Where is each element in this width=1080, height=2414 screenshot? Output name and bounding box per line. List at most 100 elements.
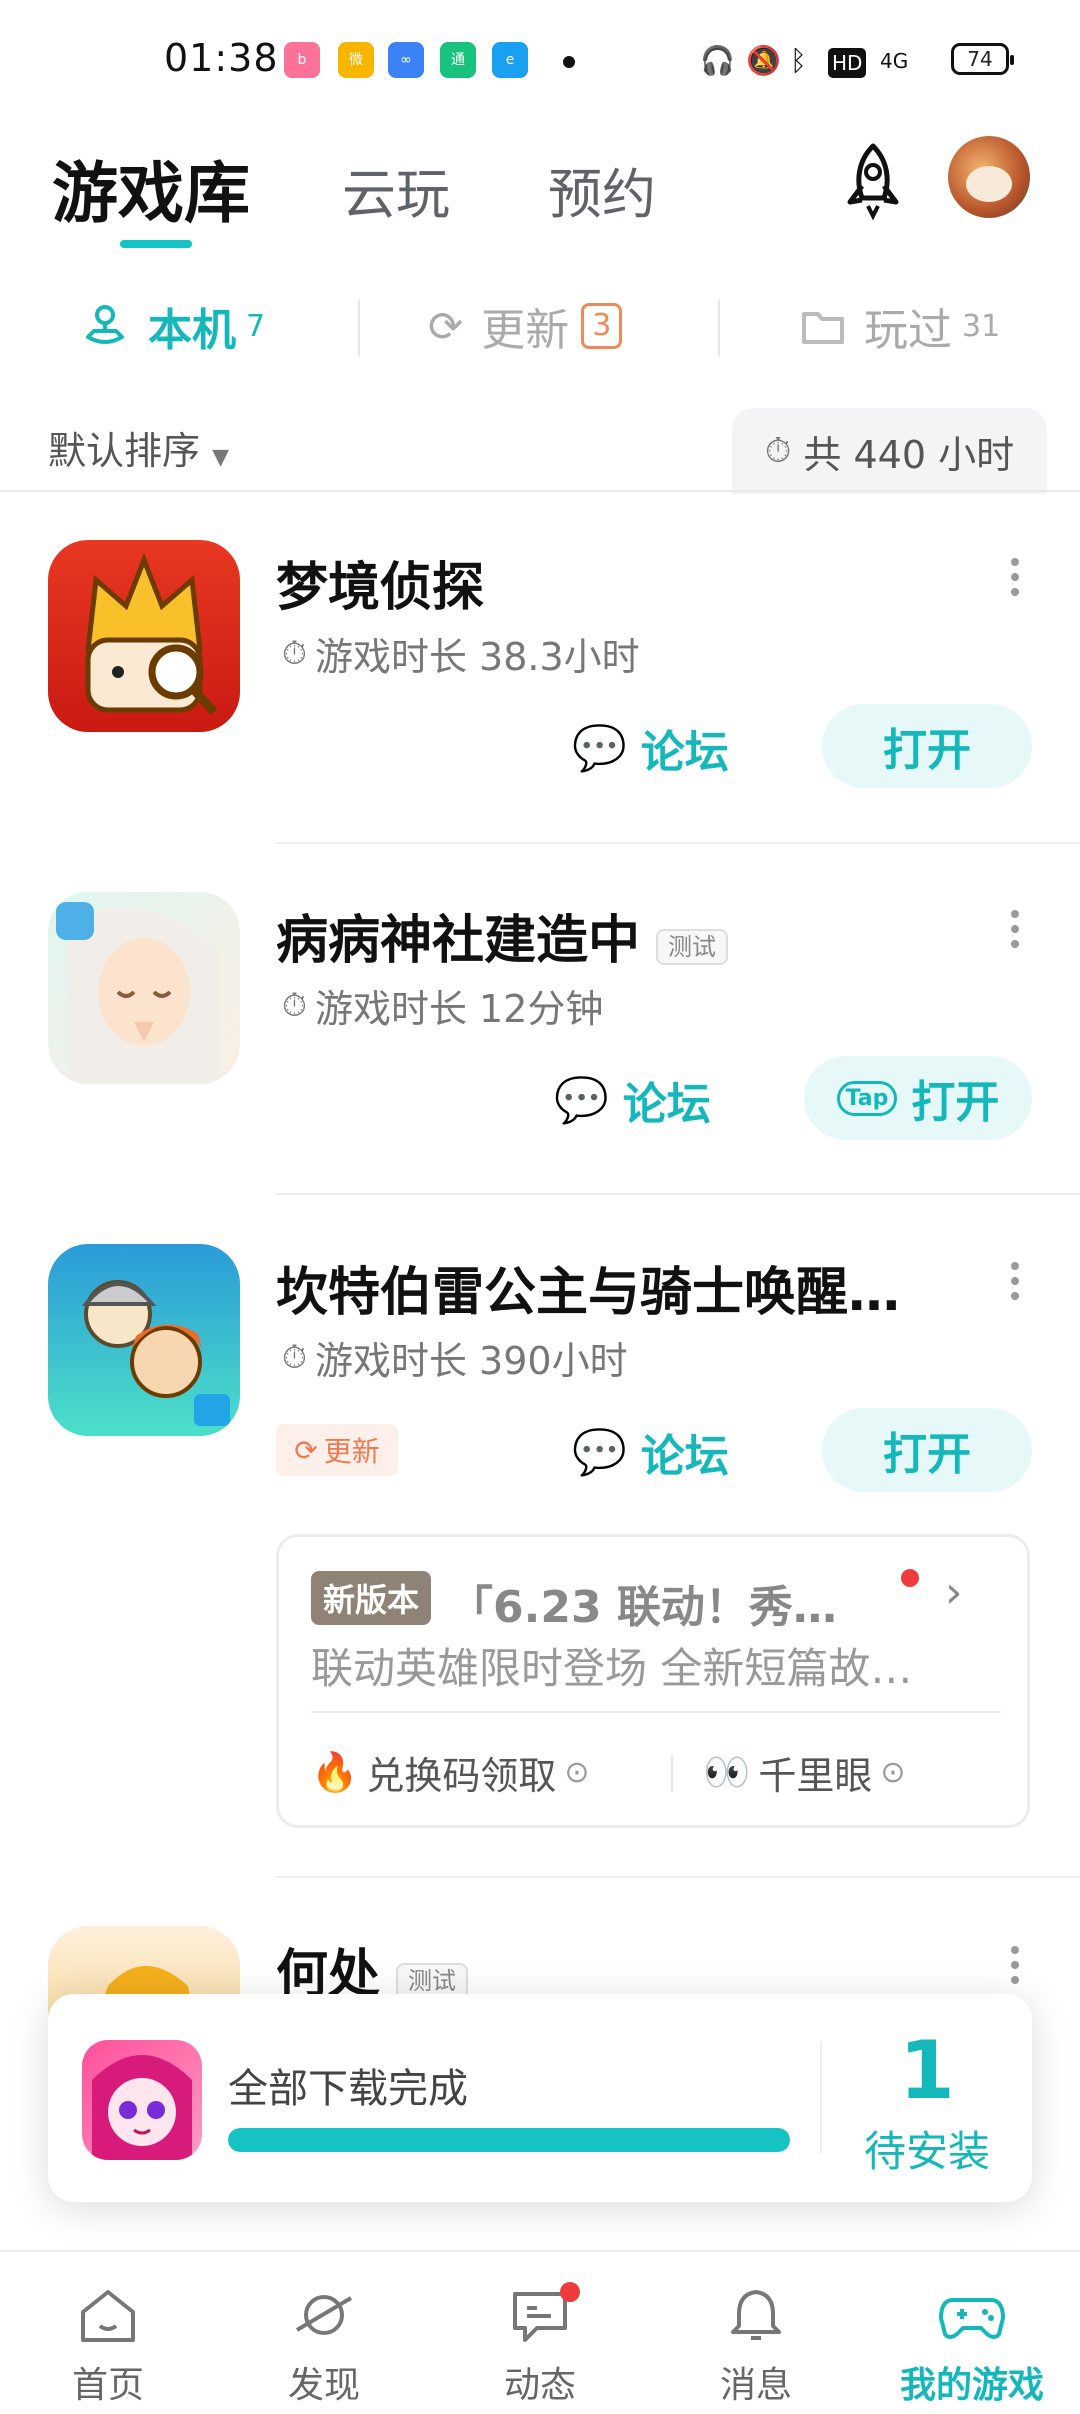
download-progress-fill: [228, 2128, 790, 2152]
clairvoyance-link[interactable]: 👀 千里眼 ⊙: [703, 1745, 905, 1800]
open-game-button[interactable]: 打开: [822, 704, 1032, 788]
rocket-icon[interactable]: [828, 136, 918, 226]
sort-dropdown[interactable]: 默认排序 ▼: [48, 420, 229, 475]
arrow-circle-icon: ⊙: [880, 1755, 906, 1790]
nav-my-games[interactable]: 我的游戏: [864, 2252, 1080, 2414]
joystick-icon: [86, 305, 124, 344]
timer-icon: ⏱: [764, 431, 792, 471]
headset-icon: 🎧: [700, 44, 735, 77]
forum-chat-icon: 💬: [554, 1075, 609, 1126]
filter-divider: [718, 300, 720, 356]
hd-icon: HD: [828, 48, 867, 78]
download-progress-bar: [228, 2128, 790, 2152]
open-game-button[interactable]: 打开: [822, 1408, 1032, 1492]
timer-icon: ⏱: [282, 986, 307, 1024]
section-divider: [0, 490, 1080, 492]
filter-played[interactable]: 玩过 31: [800, 296, 1000, 356]
bell-muted-icon: 🔕: [746, 44, 781, 77]
forum-chat-icon: 💬: [572, 723, 627, 774]
user-avatar[interactable]: [948, 136, 1030, 218]
open-game-button[interactable]: Tap 打开: [804, 1056, 1032, 1140]
planet-icon: [295, 2295, 353, 2335]
pending-install-label[interactable]: 待安装: [822, 2118, 1032, 2179]
game-playtime: ⏱ 游戏时长 12分钟: [282, 986, 604, 1031]
more-notifications-dot: [563, 56, 575, 68]
game-playtime: ⏱ 游戏时长 38.3小时: [282, 634, 640, 679]
eleme-icon: e: [492, 42, 528, 78]
arrow-circle-icon: ⊙: [564, 1755, 590, 1790]
battery-icon: 74: [951, 43, 1014, 75]
download-complete-toast[interactable]: 全部下载完成 1 待安装: [48, 1994, 1032, 2202]
tab-cloud-play[interactable]: 云玩: [342, 150, 450, 229]
filter-updates[interactable]: ⟳ 更新 3: [428, 296, 623, 356]
card-link-divider: [671, 1755, 673, 1791]
forum-button[interactable]: 💬 论坛: [554, 1068, 711, 1132]
nav-messages[interactable]: 消息: [648, 2252, 864, 2414]
filter-played-label: 玩过: [864, 305, 952, 356]
filter-local[interactable]: 本机 7: [80, 296, 265, 356]
bell-icon: [731, 2290, 781, 2340]
sort-label: 默认排序: [48, 429, 201, 473]
row-divider: [276, 1876, 1080, 1878]
news-subtitle: 联动英雄限时登场 全新短篇故…: [311, 1644, 913, 1693]
filter-local-label: 本机: [148, 305, 236, 356]
timer-icon: ⏱: [282, 1338, 307, 1376]
tab-reservations[interactable]: 预约: [548, 150, 656, 229]
signal-4g-icon: 4G: [880, 49, 909, 73]
fire-icon: 🔥: [311, 1750, 359, 1794]
nav-home[interactable]: 首页: [0, 2252, 216, 2414]
new-version-badge: 新版本: [311, 1571, 432, 1625]
game-icon-sick-shrine[interactable]: [48, 892, 240, 1084]
eyes-icon: 👀: [703, 1750, 751, 1794]
more-options-icon[interactable]: [1010, 910, 1020, 950]
filter-updates-label: 更新: [481, 305, 570, 356]
filter-played-count: 31: [962, 308, 1001, 344]
nav-discover[interactable]: 发现: [216, 2252, 432, 2414]
nav-feed[interactable]: 动态: [432, 2252, 648, 2414]
weibo-icon: 微: [338, 42, 374, 78]
total-playtime-label: 共 440 小时: [803, 432, 1015, 477]
forum-button[interactable]: 💬 论坛: [572, 716, 729, 780]
row-divider: [276, 842, 1080, 844]
bilibili-icon: b: [284, 42, 320, 78]
refresh-icon: ⟳: [428, 301, 464, 351]
redeem-code-link[interactable]: 🔥 兑换码领取 ⊙: [311, 1745, 589, 1800]
version-news-card[interactable]: 新版本 「6.23 联动！秀… › 联动英雄限时登场 全新短篇故… 🔥 兑换码领…: [276, 1534, 1030, 1828]
more-options-icon[interactable]: [1010, 1946, 1020, 1986]
news-title: 「6.23 联动！秀…: [449, 1582, 837, 1633]
bottom-navigation: 首页 发现 动态 消息 我的游戏: [0, 2250, 1080, 2414]
timer-icon: ⏱: [282, 634, 307, 672]
more-options-icon[interactable]: [1010, 1262, 1020, 1302]
unread-dot: [901, 1569, 919, 1587]
game-icon-dream-detective[interactable]: [48, 540, 240, 732]
notification-badge: [560, 2282, 580, 2302]
taptap-icon: Tap: [836, 1080, 898, 1116]
filter-divider: [358, 300, 360, 356]
more-options-icon[interactable]: [1010, 558, 1020, 598]
forum-chat-icon: 💬: [572, 1427, 627, 1478]
caret-down-icon: ▼: [212, 445, 230, 470]
game-title[interactable]: 梦境侦探: [276, 545, 484, 620]
filter-updates-count: 3: [581, 303, 623, 349]
game-icon-downloaded: [82, 2040, 202, 2160]
folder-icon: [802, 312, 844, 344]
filter-local-count: 7: [246, 308, 266, 344]
game-playtime: ⏱ 游戏时长 390小时: [282, 1338, 628, 1383]
pending-install-count[interactable]: 1: [822, 2024, 1032, 2117]
status-bar: 01:38 b 微 ∞ 通 e 🎧 🔕 ᛒ HD 4G 74: [0, 0, 1080, 120]
bluetooth-icon: ᛒ: [790, 44, 807, 77]
infinity-app-icon: ∞: [388, 42, 424, 78]
game-icon-canterbury[interactable]: [48, 1244, 240, 1436]
game-title[interactable]: 病病神社建造中 测试: [276, 898, 729, 973]
refresh-icon: ⟳: [294, 1433, 318, 1467]
update-badge[interactable]: ⟳ 更新: [276, 1424, 398, 1476]
home-icon: [81, 2290, 135, 2342]
test-tag: 测试: [656, 928, 729, 965]
chevron-right-icon: ›: [945, 1567, 963, 1618]
forum-button[interactable]: 💬 论坛: [572, 1420, 729, 1484]
card-divider: [311, 1711, 1001, 1713]
active-tab-indicator: [120, 240, 192, 248]
game-title[interactable]: 坎特伯雷公主与骑士唤醒…: [276, 1250, 900, 1325]
download-status: 全部下载完成: [228, 2066, 468, 2112]
tab-game-library[interactable]: 游戏库: [52, 140, 250, 236]
